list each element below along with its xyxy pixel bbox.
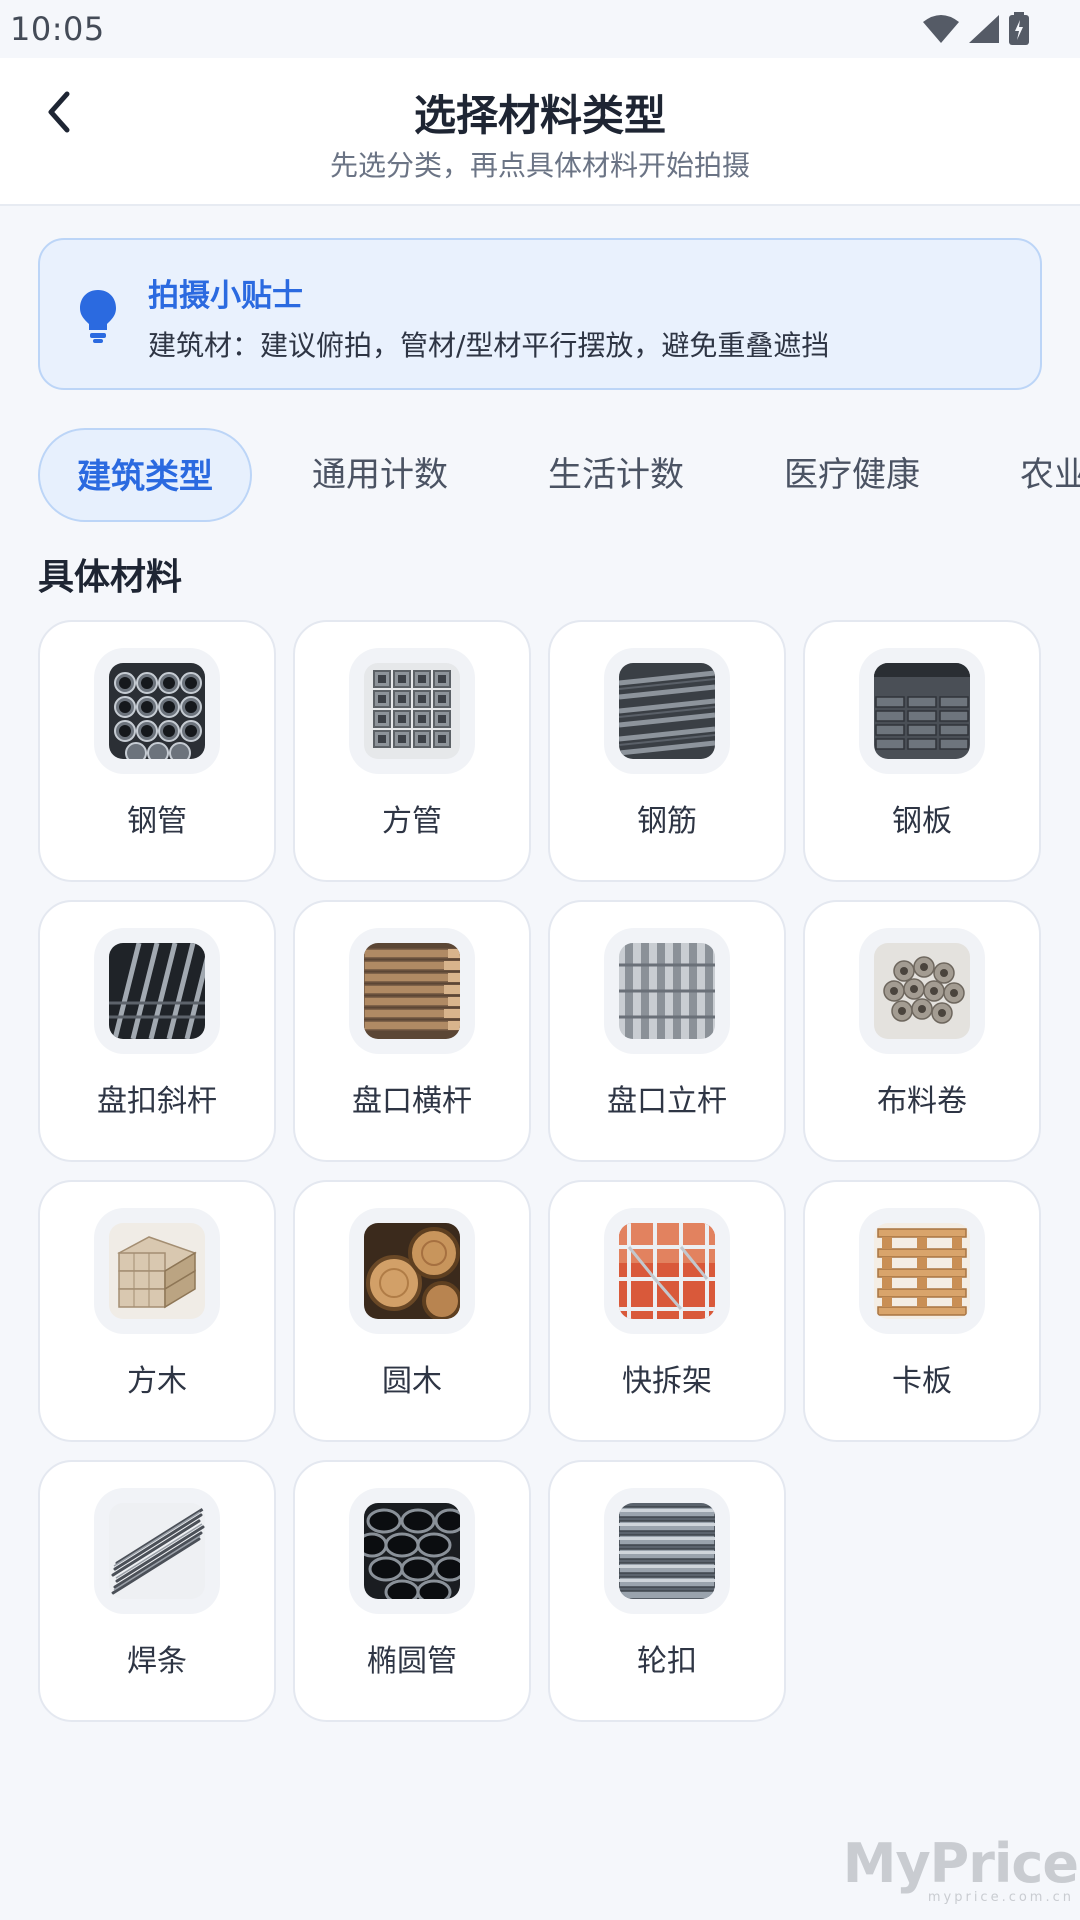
material-label: 盘口立杆 (607, 1084, 727, 1119)
thumb-frame (94, 1488, 220, 1614)
material-label: 方管 (382, 804, 442, 839)
watermark: MyPrice myprice.com.cn (843, 1832, 1080, 1905)
material-label: 方木 (127, 1364, 187, 1399)
signal-icon (969, 15, 999, 43)
page-title: 选择材料类型 (413, 91, 666, 140)
status-time: 10:05 (10, 10, 105, 48)
steel-plate-image (874, 663, 970, 759)
status-bar: 10:05 (0, 0, 1080, 58)
thumb-frame (349, 928, 475, 1054)
thumb-frame (604, 1488, 730, 1614)
screen: 10:05 选择材料类型 先选分类，再点具体材料开始拍摄 拍摄小贴士 建筑材：建… (0, 0, 1080, 1920)
material-card-square-timber[interactable]: 方木 (38, 1180, 276, 1442)
material-card-pallet[interactable]: 卡板 (803, 1180, 1041, 1442)
material-card-ring-lock[interactable]: 轮扣 (548, 1460, 786, 1722)
tip-text: 建筑材：建议俯拍，管材/型材平行摆放，避免重叠遮挡 (148, 329, 830, 362)
material-label: 圆木 (382, 1364, 442, 1399)
thumb-frame (859, 1208, 985, 1334)
horizontal-bar-image (364, 943, 460, 1039)
category-tabs: 建筑类型 通用计数 生活计数 医疗健康 农业 (38, 424, 1080, 524)
material-label: 卡板 (892, 1364, 952, 1399)
material-card-steel-plate[interactable]: 钢板 (803, 620, 1041, 882)
material-label: 钢筋 (637, 804, 697, 839)
thumb-frame (604, 1208, 730, 1334)
thumb-frame (349, 648, 475, 774)
thumb-frame (349, 1488, 475, 1614)
vertical-bar-image (619, 943, 715, 1039)
material-card-fabric-roll[interactable]: 布料卷 (803, 900, 1041, 1162)
watermark-subtext: myprice.com.cn (927, 1890, 1074, 1905)
thumb-frame (94, 928, 220, 1054)
material-card-horizontal-bar[interactable]: 盘口横杆 (293, 900, 531, 1162)
material-label: 快拆架 (622, 1364, 712, 1399)
material-label: 盘扣斜杆 (97, 1084, 217, 1119)
material-label: 布料卷 (877, 1084, 967, 1119)
material-label: 焊条 (127, 1644, 187, 1679)
material-card-scaffold[interactable]: 快拆架 (548, 1180, 786, 1442)
material-card-square-tube[interactable]: 方管 (293, 620, 531, 882)
rebar-image (619, 663, 715, 759)
wifi-icon (923, 15, 959, 43)
material-card-diagonal-bar[interactable]: 盘扣斜杆 (38, 900, 276, 1162)
material-label: 椭圆管 (367, 1644, 457, 1679)
material-card-steel-pipe[interactable]: 钢管 (38, 620, 276, 882)
fabric-roll-image (874, 943, 970, 1039)
diagonal-bar-image (109, 943, 205, 1039)
material-card-rebar[interactable]: 钢筋 (548, 620, 786, 882)
welding-rod-image (109, 1503, 205, 1599)
tab-agriculture[interactable]: 农业 (1020, 428, 1080, 522)
tab-medical[interactable]: 医疗健康 (784, 428, 920, 522)
material-card-vertical-bar[interactable]: 盘口立杆 (548, 900, 786, 1162)
material-card-welding-rod[interactable]: 焊条 (38, 1460, 276, 1722)
thumb-frame (859, 928, 985, 1054)
thumb-frame (349, 1208, 475, 1334)
thumb-frame (604, 648, 730, 774)
thumb-frame (94, 1208, 220, 1334)
battery-icon (1009, 12, 1029, 45)
tab-general-count[interactable]: 通用计数 (312, 428, 448, 522)
round-log-image (364, 1223, 460, 1319)
material-card-round-log[interactable]: 圆木 (293, 1180, 531, 1442)
square-timber-image (109, 1223, 205, 1319)
steel-pipe-image (109, 663, 205, 759)
tab-life-count[interactable]: 生活计数 (548, 428, 684, 522)
app-header: 选择材料类型 先选分类，再点具体材料开始拍摄 (0, 58, 1080, 206)
page-subtitle: 先选分类，再点具体材料开始拍摄 (329, 149, 750, 182)
tab-building[interactable]: 建筑类型 (38, 428, 252, 522)
lightbulb-icon (80, 290, 116, 343)
watermark-text: MyPrice (842, 1832, 1079, 1895)
thumb-frame (94, 648, 220, 774)
tip-card: 拍摄小贴士 建筑材：建议俯拍，管材/型材平行摆放，避免重叠遮挡 (38, 238, 1042, 390)
scaffold-image (619, 1223, 715, 1319)
material-label: 钢板 (892, 804, 952, 839)
pallet-image (874, 1223, 970, 1319)
thumb-frame (604, 928, 730, 1054)
material-label: 钢管 (127, 804, 187, 839)
material-card-oval-tube[interactable]: 椭圆管 (293, 1460, 531, 1722)
square-tube-image (364, 663, 460, 759)
tip-title: 拍摄小贴士 (148, 278, 303, 314)
system-icons (922, 12, 1030, 46)
thumb-frame (859, 648, 985, 774)
oval-tube-image (364, 1503, 460, 1599)
material-label: 轮扣 (637, 1644, 697, 1679)
ring-lock-image (619, 1503, 715, 1599)
section-title: 具体材料 (38, 557, 183, 598)
material-label: 盘口横杆 (352, 1084, 472, 1119)
